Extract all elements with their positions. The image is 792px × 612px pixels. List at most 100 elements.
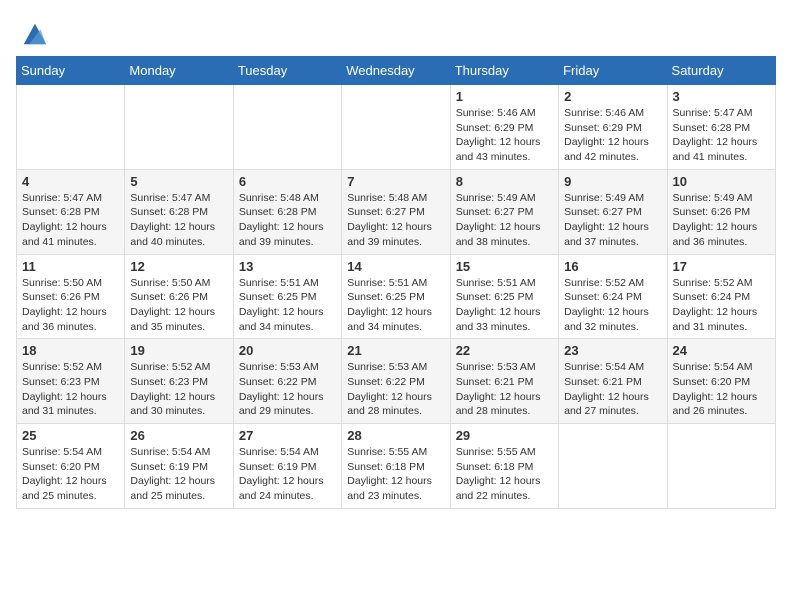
day-number: 3 — [673, 89, 770, 104]
day-number: 6 — [239, 174, 336, 189]
calendar-cell: 12 Sunrise: 5:50 AMSunset: 6:26 PMDayligh… — [125, 254, 233, 339]
day-number: 28 — [347, 428, 444, 443]
logo — [16, 20, 48, 48]
day-info: Sunrise: 5:47 AMSunset: 6:28 PMDaylight:… — [22, 191, 119, 250]
calendar-header-row: SundayMondayTuesdayWednesdayThursdayFrid… — [17, 57, 776, 85]
day-info: Sunrise: 5:50 AMSunset: 6:26 PMDaylight:… — [22, 276, 119, 335]
day-info: Sunrise: 5:54 AMSunset: 6:19 PMDaylight:… — [239, 445, 336, 504]
day-number: 25 — [22, 428, 119, 443]
calendar-cell — [17, 85, 125, 170]
day-info: Sunrise: 5:54 AMSunset: 6:19 PMDaylight:… — [130, 445, 227, 504]
calendar-cell: 8 Sunrise: 5:49 AMSunset: 6:27 PMDaylight… — [450, 169, 558, 254]
calendar-cell — [667, 424, 775, 509]
logo-icon — [20, 20, 48, 48]
calendar-cell: 3Sunrise: 5:47 AMSunset: 6:28 PMDaylight… — [667, 85, 775, 170]
calendar-cell: 6 Sunrise: 5:48 AMSunset: 6:28 PMDaylight… — [233, 169, 341, 254]
calendar-cell: 7 Sunrise: 5:48 AMSunset: 6:27 PMDaylight… — [342, 169, 450, 254]
day-number: 27 — [239, 428, 336, 443]
day-number: 29 — [456, 428, 553, 443]
calendar-cell: 15 Sunrise: 5:51 AMSunset: 6:25 PMDayligh… — [450, 254, 558, 339]
calendar-cell: 28 Sunrise: 5:55 AMSunset: 6:18 PMDayligh… — [342, 424, 450, 509]
day-number: 2 — [564, 89, 661, 104]
calendar-cell — [342, 85, 450, 170]
day-info: Sunrise: 5:54 AMSunset: 6:21 PMDaylight:… — [564, 360, 661, 419]
day-number: 21 — [347, 343, 444, 358]
calendar-week-2: 11 Sunrise: 5:50 AMSunset: 6:26 PMDayligh… — [17, 254, 776, 339]
day-info: Sunrise: 5:52 AMSunset: 6:24 PMDaylight:… — [564, 276, 661, 335]
day-info: Sunrise: 5:47 AMSunset: 6:28 PMDaylight:… — [130, 191, 227, 250]
day-number: 23 — [564, 343, 661, 358]
calendar-cell: 20 Sunrise: 5:53 AMSunset: 6:22 PMDayligh… — [233, 339, 341, 424]
day-info: Sunrise: 5:49 AMSunset: 6:26 PMDaylight:… — [673, 191, 770, 250]
calendar-week-0: 1 Sunrise: 5:46 AMSunset: 6:29 PMDaylight… — [17, 85, 776, 170]
calendar-cell: 4 Sunrise: 5:47 AMSunset: 6:28 PMDaylight… — [17, 169, 125, 254]
day-number: 8 — [456, 174, 553, 189]
day-number: 7 — [347, 174, 444, 189]
day-info: Sunrise: 5:53 AMSunset: 6:21 PMDaylight:… — [456, 360, 553, 419]
calendar-cell: 14 Sunrise: 5:51 AMSunset: 6:25 PMDayligh… — [342, 254, 450, 339]
calendar-cell: 29 Sunrise: 5:55 AMSunset: 6:18 PMDayligh… — [450, 424, 558, 509]
calendar-cell: 9 Sunrise: 5:49 AMSunset: 6:27 PMDaylight… — [559, 169, 667, 254]
calendar-header-sunday: Sunday — [17, 57, 125, 85]
calendar-cell: 24 Sunrise: 5:54 AMSunset: 6:20 PMDayligh… — [667, 339, 775, 424]
day-number: 22 — [456, 343, 553, 358]
day-number: 19 — [130, 343, 227, 358]
day-info: Sunrise: 5:49 AMSunset: 6:27 PMDaylight:… — [564, 191, 661, 250]
day-info: Sunrise: 5:52 AMSunset: 6:23 PMDaylight:… — [130, 360, 227, 419]
day-info: Sunrise: 5:55 AMSunset: 6:18 PMDaylight:… — [347, 445, 444, 504]
day-info: Sunrise: 5:54 AMSunset: 6:20 PMDaylight:… — [673, 360, 770, 419]
day-info: Sunrise: 5:51 AMSunset: 6:25 PMDaylight:… — [456, 276, 553, 335]
day-info: Sunrise: 5:51 AMSunset: 6:25 PMDaylight:… — [239, 276, 336, 335]
day-number: 16 — [564, 259, 661, 274]
day-info: Sunrise: 5:50 AMSunset: 6:26 PMDaylight:… — [130, 276, 227, 335]
day-number: 17 — [673, 259, 770, 274]
calendar-cell: 2 Sunrise: 5:46 AMSunset: 6:29 PMDaylight… — [559, 85, 667, 170]
day-info: Sunrise: 5:53 AMSunset: 6:22 PMDaylight:… — [239, 360, 336, 419]
calendar-cell: 22 Sunrise: 5:53 AMSunset: 6:21 PMDayligh… — [450, 339, 558, 424]
calendar-header-tuesday: Tuesday — [233, 57, 341, 85]
day-info: Sunrise: 5:55 AMSunset: 6:18 PMDaylight:… — [456, 445, 553, 504]
day-info: Sunrise: 5:46 AMSunset: 6:29 PMDaylight:… — [456, 106, 553, 165]
calendar-cell: 16 Sunrise: 5:52 AMSunset: 6:24 PMDayligh… — [559, 254, 667, 339]
calendar-cell: 10 Sunrise: 5:49 AMSunset: 6:26 PMDayligh… — [667, 169, 775, 254]
day-number: 11 — [22, 259, 119, 274]
calendar-header-thursday: Thursday — [450, 57, 558, 85]
day-number: 14 — [347, 259, 444, 274]
calendar-cell: 25 Sunrise: 5:54 AMSunset: 6:20 PMDayligh… — [17, 424, 125, 509]
day-info: Sunrise: 5:52 AMSunset: 6:23 PMDaylight:… — [22, 360, 119, 419]
calendar-cell: 1 Sunrise: 5:46 AMSunset: 6:29 PMDaylight… — [450, 85, 558, 170]
calendar-cell — [125, 85, 233, 170]
calendar-cell: 23 Sunrise: 5:54 AMSunset: 6:21 PMDayligh… — [559, 339, 667, 424]
calendar-week-4: 25 Sunrise: 5:54 AMSunset: 6:20 PMDayligh… — [17, 424, 776, 509]
calendar-cell: 17 Sunrise: 5:52 AMSunset: 6:24 PMDayligh… — [667, 254, 775, 339]
day-info: Sunrise: 5:51 AMSunset: 6:25 PMDaylight:… — [347, 276, 444, 335]
day-number: 18 — [22, 343, 119, 358]
day-info: Sunrise: 5:54 AMSunset: 6:20 PMDaylight:… — [22, 445, 119, 504]
day-info: Sunrise: 5:48 AMSunset: 6:27 PMDaylight:… — [347, 191, 444, 250]
day-info: Sunrise: 5:52 AMSunset: 6:24 PMDaylight:… — [673, 276, 770, 335]
calendar-header-friday: Friday — [559, 57, 667, 85]
day-number: 10 — [673, 174, 770, 189]
calendar-cell — [559, 424, 667, 509]
day-number: 9 — [564, 174, 661, 189]
calendar-cell: 26Sunrise: 5:54 AMSunset: 6:19 PMDayligh… — [125, 424, 233, 509]
day-info: Sunrise: 5:48 AMSunset: 6:28 PMDaylight:… — [239, 191, 336, 250]
calendar-cell: 27 Sunrise: 5:54 AMSunset: 6:19 PMDayligh… — [233, 424, 341, 509]
day-info: Sunrise: 5:46 AMSunset: 6:29 PMDaylight:… — [564, 106, 661, 165]
calendar-cell — [233, 85, 341, 170]
page-header — [16, 16, 776, 48]
day-number: 12 — [130, 259, 227, 274]
day-number: 5 — [130, 174, 227, 189]
day-number: 1 — [456, 89, 553, 104]
day-number: 20 — [239, 343, 336, 358]
calendar-cell: 5 Sunrise: 5:47 AMSunset: 6:28 PMDaylight… — [125, 169, 233, 254]
calendar-header-monday: Monday — [125, 57, 233, 85]
day-info: Sunrise: 5:49 AMSunset: 6:27 PMDaylight:… — [456, 191, 553, 250]
calendar-header-saturday: Saturday — [667, 57, 775, 85]
calendar-cell: 13Sunrise: 5:51 AMSunset: 6:25 PMDayligh… — [233, 254, 341, 339]
day-number: 4 — [22, 174, 119, 189]
day-number: 24 — [673, 343, 770, 358]
calendar-week-1: 4 Sunrise: 5:47 AMSunset: 6:28 PMDaylight… — [17, 169, 776, 254]
calendar-cell: 11 Sunrise: 5:50 AMSunset: 6:26 PMDayligh… — [17, 254, 125, 339]
day-number: 15 — [456, 259, 553, 274]
